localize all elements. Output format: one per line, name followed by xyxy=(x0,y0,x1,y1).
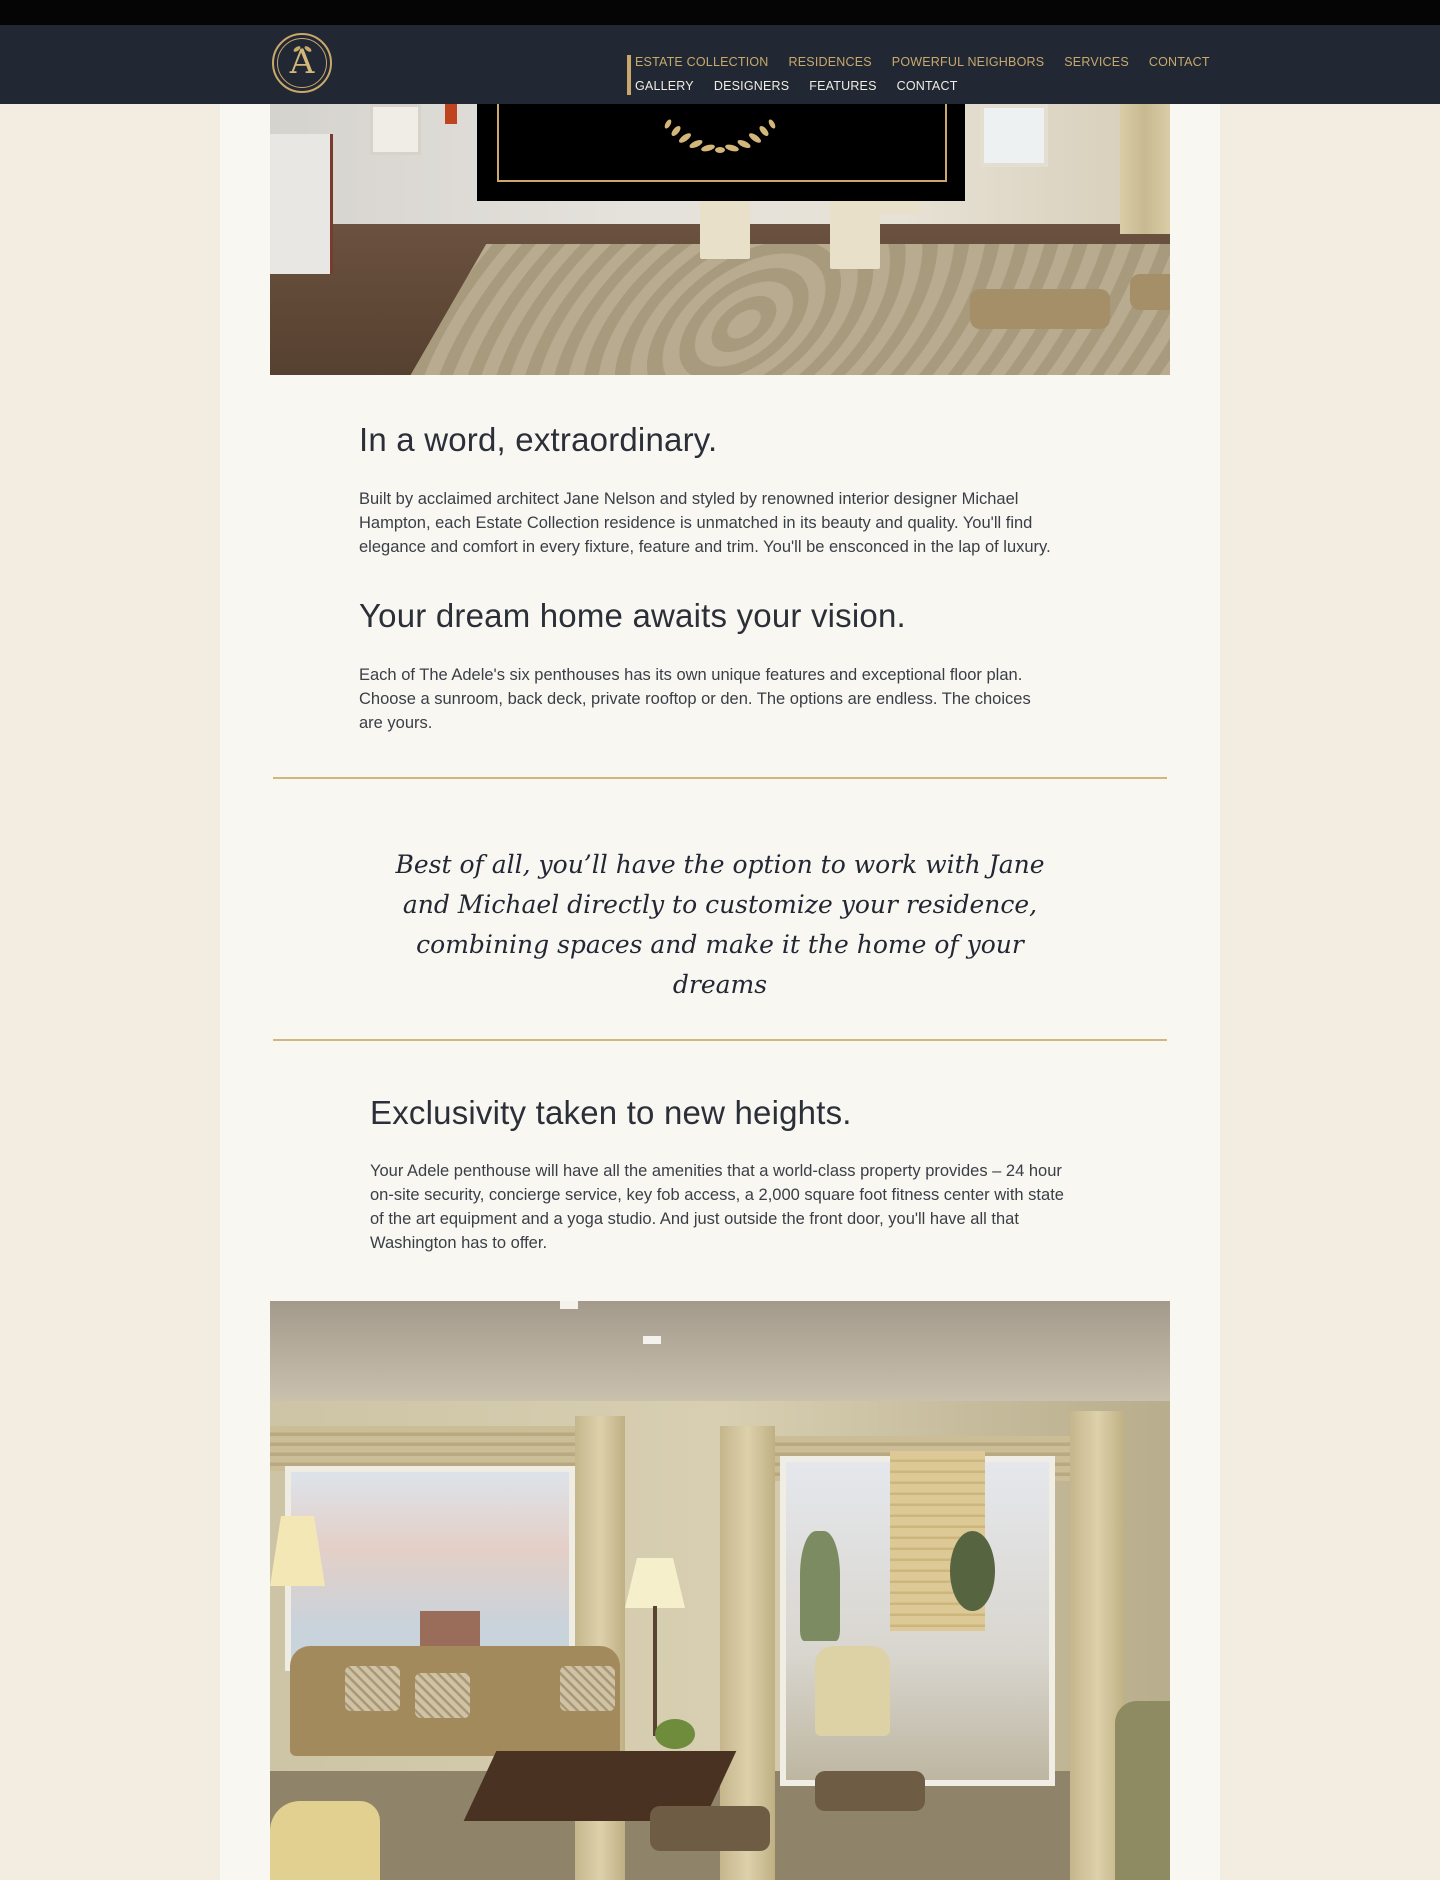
nav-services[interactable]: SERVICES xyxy=(1064,55,1129,69)
photo-lamp-pole xyxy=(653,1606,657,1736)
photo-chair xyxy=(270,1801,380,1880)
brand-badge xyxy=(477,104,965,201)
nav-gallery[interactable]: GALLERY xyxy=(635,79,694,93)
pull-quote: Best of all, you’ll have the option to w… xyxy=(395,850,1045,999)
photo-pillow xyxy=(560,1666,615,1711)
ceiling-light xyxy=(560,1301,578,1309)
photo-ottoman xyxy=(815,1771,925,1811)
nav-designers[interactable]: DESIGNERS xyxy=(714,79,789,93)
nav-features[interactable]: FEATURES xyxy=(809,79,876,93)
nav-powerful-neighbors[interactable]: POWERFUL NEIGHBORS xyxy=(892,55,1044,69)
ceiling-light xyxy=(643,1336,661,1344)
photo-pillow xyxy=(415,1673,470,1718)
section-heading: Exclusivity taken to new heights. xyxy=(370,1094,852,1131)
nav-estate-collection[interactable]: ESTATE COLLECTION xyxy=(635,55,769,69)
photo-ottoman xyxy=(650,1806,770,1851)
nav-contact-secondary[interactable]: CONTACT xyxy=(897,79,958,93)
living-room-photo xyxy=(270,1301,1170,1880)
photo-cabinet xyxy=(270,134,333,274)
photo-ceiling xyxy=(270,1301,1170,1411)
top-black-bar xyxy=(0,0,1440,25)
section-heading: In a word, extraordinary. xyxy=(359,421,718,458)
gold-divider xyxy=(273,1039,1167,1041)
photo-ottoman xyxy=(970,289,1110,329)
photo-chair xyxy=(1115,1701,1170,1880)
photo-window-shade xyxy=(270,1426,575,1471)
section-heading: Your dream home awaits your vision. xyxy=(359,597,906,634)
section-body: Each of The Adele's six penthouses has i… xyxy=(359,666,1031,732)
nav-contact[interactable]: CONTACT xyxy=(1149,55,1210,69)
section-body: Built by acclaimed architect Jane Nelson… xyxy=(359,490,1051,556)
photo-pillow xyxy=(345,1666,400,1711)
dining-room-photo xyxy=(270,104,1170,375)
secondary-nav: GALLERY DESIGNERS FEATURES CONTACT xyxy=(635,79,978,93)
photo-plant xyxy=(655,1719,695,1749)
logo-letter: A xyxy=(289,42,315,82)
nav-accent-bar xyxy=(627,55,631,95)
photo-artwork xyxy=(370,104,421,155)
gold-divider xyxy=(273,777,1167,779)
section-body: Your Adele penthouse will have all the a… xyxy=(370,1162,1064,1252)
photo-building xyxy=(420,1611,480,1651)
photo-tree xyxy=(800,1531,840,1641)
site-header: A ESTATE COLLECTION RESIDENCES POWERFUL … xyxy=(0,25,1440,104)
photo-artwork-red xyxy=(445,104,457,124)
photo-ottoman xyxy=(1130,274,1170,310)
photo-tree xyxy=(950,1531,995,1611)
content-column: In a word, extraordinary. Built by accla… xyxy=(220,104,1220,1880)
laurel-icon xyxy=(664,119,776,153)
logo[interactable]: A xyxy=(272,33,332,93)
photo-curtain xyxy=(1120,104,1170,234)
nav-residences[interactable]: RESIDENCES xyxy=(789,55,872,69)
photo-armchair xyxy=(815,1646,890,1736)
photo-window xyxy=(980,104,1048,167)
primary-nav: ESTATE COLLECTION RESIDENCES POWERFUL NE… xyxy=(635,55,1210,69)
